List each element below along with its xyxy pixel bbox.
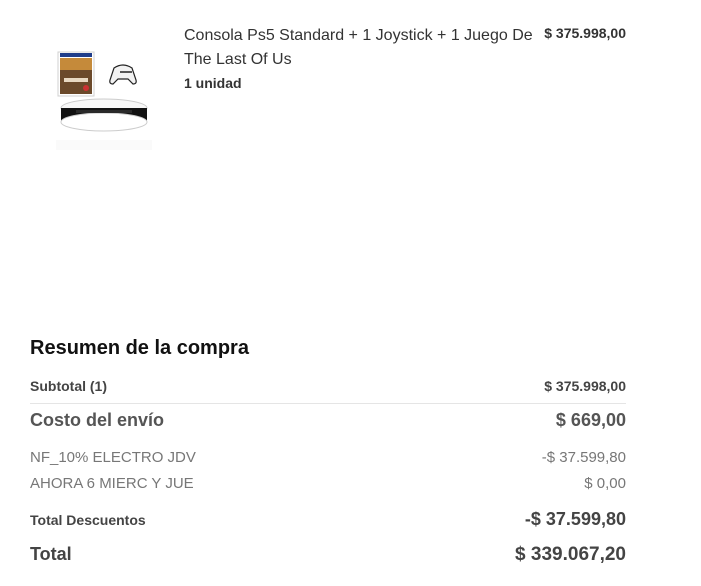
- discount-label: AHORA 6 MIERC Y JUE: [30, 475, 194, 492]
- shipping-label: Costo del envío: [30, 410, 165, 430]
- total-discounts-value: -$ 37.599,80: [524, 509, 626, 529]
- total-discounts-label: Total Descuentos: [30, 512, 146, 528]
- shipping-row: Costo del envío $ 669,00: [30, 410, 626, 431]
- product-title[interactable]: Consola Ps5 Standard + 1 Joystick + 1 Ju…: [184, 24, 534, 72]
- controller-icon: [109, 64, 137, 85]
- discount-row: NF_10% ELECTRO JDV -$ 37.599,80: [30, 449, 626, 466]
- discount-row: AHORA 6 MIERC Y JUE $ 0,00: [30, 475, 626, 492]
- total-row: Total $ 339.067,20: [30, 544, 626, 566]
- product-price: $ 375.998,00: [544, 25, 626, 41]
- total-discounts-row: Total Descuentos -$ 37.599,80: [30, 509, 626, 530]
- game-case-icon: [57, 51, 95, 97]
- discount-value: $ 0,00: [584, 475, 626, 492]
- subtotal-row: Subtotal (1) $ 375.998,00: [30, 378, 626, 394]
- subtotal-value: $ 375.998,00: [544, 378, 626, 394]
- total-value: $ 339.067,20: [515, 544, 626, 565]
- product-image[interactable]: [48, 44, 160, 156]
- discount-value: -$ 37.599,80: [541, 449, 626, 466]
- discount-label: NF_10% ELECTRO JDV: [30, 449, 196, 466]
- console-icon: [60, 98, 148, 132]
- divider: [30, 403, 626, 404]
- summary-title: Resumen de la compra: [30, 337, 249, 359]
- subtotal-label: Subtotal (1): [30, 378, 107, 394]
- total-label: Total: [30, 544, 72, 564]
- shipping-value: $ 669,00: [555, 410, 626, 430]
- product-quantity: 1 unidad: [184, 75, 242, 91]
